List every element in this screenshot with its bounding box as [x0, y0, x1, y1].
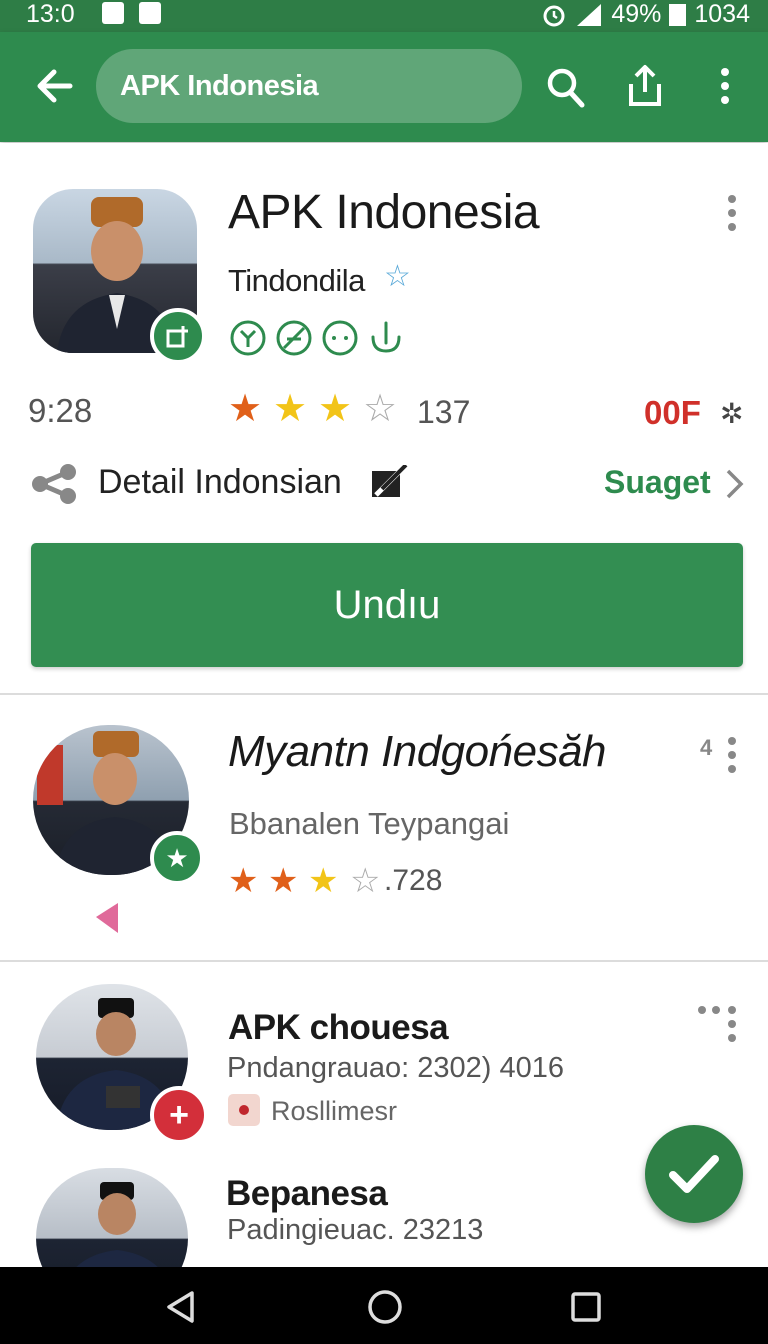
app-subtitle: Padingieuac. 23213: [227, 1214, 484, 1246]
more-vert-icon[interactable]: [727, 737, 737, 779]
edit-icon[interactable]: [368, 465, 408, 501]
download-button[interactable]: Undıu: [31, 543, 743, 667]
hand-icon: [371, 321, 401, 353]
status-time: 13:0: [26, 0, 75, 28]
app-title: Bepanesa: [226, 1174, 388, 1213]
leaf-icon: [230, 320, 266, 356]
app-subtitle: Pndangrauao: 2302) 4016: [227, 1052, 565, 1084]
list-item[interactable]: + APK chouesa Pndangrauao: 2302) 4016 Ro…: [0, 962, 768, 1152]
back-arrow-icon[interactable]: [34, 66, 74, 106]
list-item[interactable]: ★ Myantn Indgońesăh 4 Bbanalen Teypang…: [0, 695, 768, 960]
heart-icon: [96, 903, 118, 933]
face-icon: [322, 320, 358, 356]
person-portrait-icon: [76, 1182, 158, 1267]
star-outline-icon: ☆: [363, 388, 398, 430]
suggest-link[interactable]: Suaget: [604, 464, 711, 501]
search-icon[interactable]: [543, 64, 587, 110]
app-title: Myantn Indgońesăh: [228, 727, 607, 776]
app-time: 9:28: [28, 392, 93, 429]
nav-back-icon[interactable]: [164, 1290, 196, 1324]
signal-icon: [577, 3, 602, 26]
detail-label[interactable]: Detail Indonsian: [98, 463, 342, 502]
check-icon: [669, 1155, 719, 1193]
star-outline-icon: ☆: [384, 260, 411, 293]
share-nodes-icon[interactable]: [30, 463, 80, 505]
star-badge-icon: ★: [150, 831, 204, 885]
more-vert-icon[interactable]: [720, 68, 730, 110]
badge-plus-icon: [150, 308, 206, 364]
nav-home-icon[interactable]: [367, 1289, 403, 1325]
app-tag: Rosllimesr: [271, 1096, 398, 1126]
status-bar: 13:0 49% 1034: [0, 0, 768, 32]
search-input[interactable]: APK Indonesia: [96, 49, 522, 123]
more-vert-icon[interactable]: [727, 195, 737, 237]
check-fab-button[interactable]: [645, 1125, 743, 1223]
red-plus-icon: +: [150, 1086, 208, 1144]
status-extra: 1034: [694, 0, 750, 28]
feature-icons: [229, 319, 405, 357]
mail-icon: [139, 2, 161, 24]
star-icon: ★: [308, 862, 339, 900]
navigation-bar: [0, 1267, 768, 1344]
settings-cog-icon[interactable]: ✲: [720, 397, 743, 430]
star-icon: ★: [228, 862, 259, 900]
app-subtitle: Tindondila: [228, 263, 365, 298]
app-avatar[interactable]: [36, 1168, 188, 1267]
rating-count: 137: [417, 394, 471, 430]
star-outline-icon: ☆: [350, 862, 381, 900]
share-icon[interactable]: [623, 64, 667, 110]
alarm-icon: [543, 5, 565, 26]
star-icon: ★: [228, 388, 263, 430]
star-icon: ★: [268, 862, 299, 900]
nav-recents-icon[interactable]: [570, 1291, 602, 1323]
tag-icon: [228, 1094, 260, 1126]
no-leaf-icon: [276, 320, 312, 356]
notification-icon: [102, 2, 124, 24]
battery-icon: [669, 3, 687, 26]
more-horiz-icon[interactable]: [698, 1006, 738, 1046]
rating-count: .728: [384, 864, 443, 897]
chevron-right-icon[interactable]: [724, 468, 746, 500]
app-title: APK chouesa: [228, 1008, 449, 1047]
star-icon: ★: [318, 388, 353, 430]
app-title: APK Indonesia: [228, 186, 540, 239]
app-bar: APK Indonesia: [0, 32, 768, 142]
battery-percent: 49%: [611, 0, 662, 28]
star-icon: ★: [273, 388, 308, 430]
app-subtitle: Bbanalen Teypangai: [229, 806, 510, 841]
corner-count: 4: [700, 735, 713, 760]
price-tag: 00F: [644, 394, 701, 431]
